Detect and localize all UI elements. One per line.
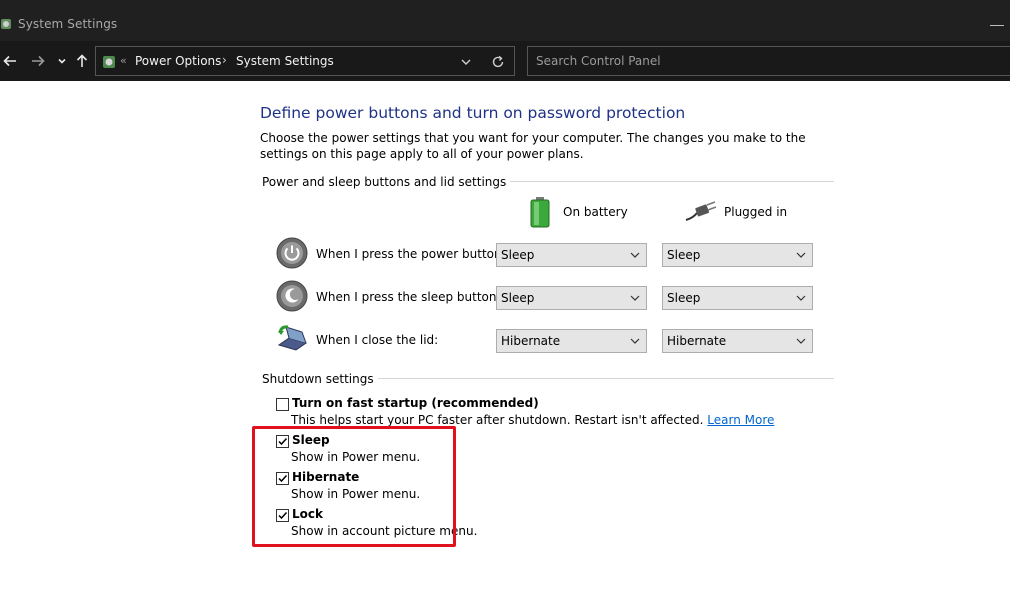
window-title: System Settings: [18, 17, 118, 31]
back-button[interactable]: [0, 51, 20, 71]
column-on-battery: On battery: [563, 205, 628, 219]
chevron-down-icon: [58, 58, 66, 64]
search-input[interactable]: [528, 47, 1010, 75]
column-plugged-in: Plugged in: [724, 205, 788, 219]
row-label-power-button: When I press the power button:: [316, 247, 506, 261]
battery-icon: [528, 196, 552, 228]
row-label-sleep-button: When I press the sleep button:: [316, 290, 501, 304]
chevron-down-icon: [630, 338, 640, 344]
chevron-down-icon: [796, 252, 806, 258]
plug-icon: [685, 200, 717, 222]
sleep-button-plugged-select[interactable]: Sleep: [662, 286, 813, 310]
select-value: Sleep: [667, 248, 701, 262]
address-dropdown-button[interactable]: [459, 55, 473, 69]
breadcrumb-overflow[interactable]: «: [120, 54, 127, 67]
select-value: Sleep: [667, 291, 701, 305]
page-description: Choose the power settings that you want …: [260, 131, 806, 161]
up-button[interactable]: [72, 51, 92, 71]
breadcrumb-system-settings[interactable]: System Settings: [236, 54, 334, 68]
close-lid-plugged-select[interactable]: Hibernate: [662, 329, 813, 353]
group-title-buttons: Power and sleep buttons and lid settings: [262, 175, 511, 189]
fast-startup-description-text: This helps start your PC faster after sh…: [291, 413, 704, 427]
fast-startup-label[interactable]: Turn on fast startup (recommended): [292, 396, 539, 410]
recent-locations-button[interactable]: [52, 51, 72, 71]
title-bar: System Settings: [0, 0, 1010, 41]
close-lid-battery-select[interactable]: Hibernate: [496, 329, 647, 353]
chevron-down-icon: [796, 338, 806, 344]
breadcrumb-separator[interactable]: ›: [222, 53, 227, 67]
fast-startup-description: This helps start your PC faster after sh…: [291, 413, 774, 427]
power-button-plugged-select[interactable]: Sleep: [662, 243, 813, 267]
breadcrumb-power-options[interactable]: Power Options: [135, 54, 221, 68]
control-panel-icon: [101, 54, 117, 70]
learn-more-link[interactable]: Learn More: [707, 413, 774, 427]
select-value: Hibernate: [501, 334, 561, 348]
power-button-battery-select[interactable]: Sleep: [496, 243, 647, 267]
laptop-lid-icon: [276, 323, 308, 355]
arrow-up-icon: [76, 54, 88, 67]
sleep-button-battery-select[interactable]: Sleep: [496, 286, 647, 310]
chevron-down-icon: [796, 295, 806, 301]
refresh-button[interactable]: [490, 54, 506, 70]
address-field[interactable]: « Power Options › System Settings: [95, 46, 515, 76]
highlight-annotation: [252, 426, 456, 547]
group-title-shutdown: Shutdown settings: [262, 372, 378, 386]
sleep-button-icon: [276, 280, 308, 312]
chevron-down-icon: [461, 59, 471, 65]
search-box[interactable]: [527, 46, 1010, 76]
page-heading: Define power buttons and turn on passwor…: [260, 104, 686, 122]
fast-startup-checkbox[interactable]: [276, 398, 289, 411]
minimize-button[interactable]: [990, 25, 1004, 26]
control-panel-icon: [0, 17, 12, 31]
select-value: Hibernate: [667, 334, 727, 348]
forward-button[interactable]: [28, 51, 48, 71]
select-value: Sleep: [501, 248, 535, 262]
address-bar: « Power Options › System Settings: [0, 41, 1010, 81]
arrow-right-icon: [32, 55, 45, 67]
select-value: Sleep: [501, 291, 535, 305]
chevron-down-icon: [630, 252, 640, 258]
arrow-left-icon: [3, 55, 16, 67]
row-label-close-lid: When I close the lid:: [316, 333, 439, 347]
refresh-icon: [492, 55, 504, 68]
power-button-icon: [276, 237, 308, 269]
chevron-down-icon: [630, 295, 640, 301]
